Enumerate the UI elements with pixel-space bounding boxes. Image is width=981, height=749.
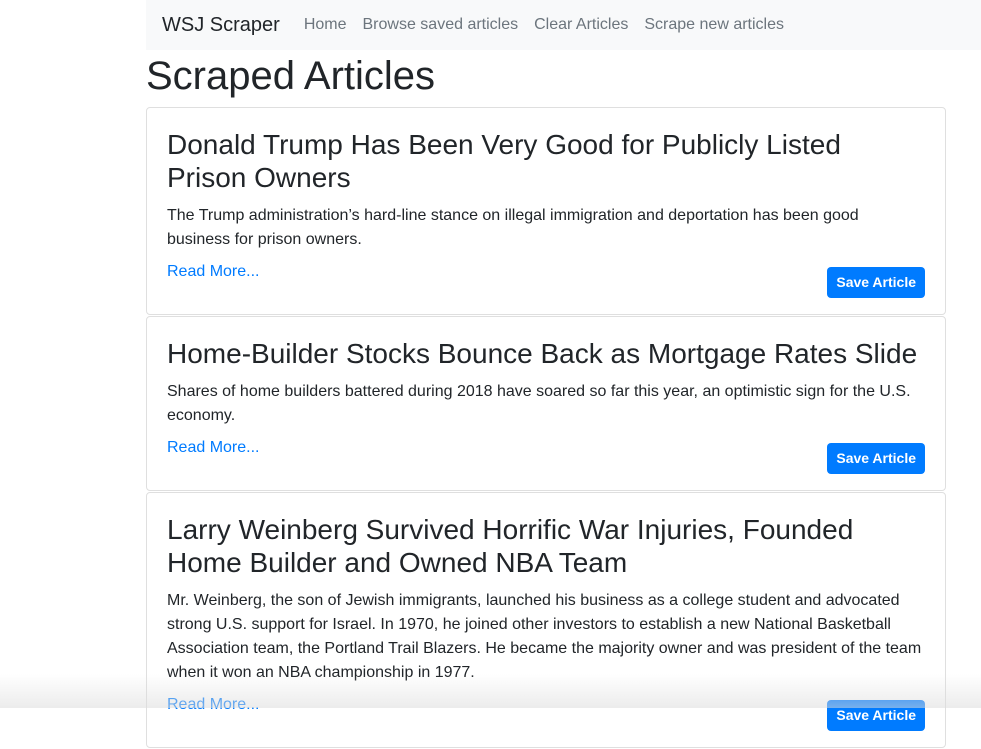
article-actions: Read More... Save Article [167,268,925,300]
article-card: Larry Weinberg Survived Horrific War Inj… [146,492,946,748]
article-title: Larry Weinberg Survived Horrific War Inj… [167,513,925,579]
nav-link-scrape-new[interactable]: Scrape new articles [644,16,784,34]
article-actions: Read More... Save Article [167,701,925,733]
read-more-link[interactable]: Read More... [167,260,259,284]
article-summary: Mr. Weinberg, the son of Jewish immigran… [167,589,925,685]
article-list: Donald Trump Has Been Very Good for Publ… [146,107,946,749]
save-article-button[interactable]: Save Article [827,443,925,474]
save-article-button[interactable]: Save Article [827,267,925,298]
article-title: Home-Builder Stocks Bounce Back as Mortg… [167,337,925,370]
nav-link-browse-saved[interactable]: Browse saved articles [363,16,519,34]
article-actions: Read More... Save Article [167,444,925,476]
page-title: Scraped Articles [146,52,435,100]
save-article-button[interactable]: Save Article [827,700,925,731]
read-more-link[interactable]: Read More... [167,436,259,460]
nav-link-home[interactable]: Home [304,16,347,34]
article-card: Donald Trump Has Been Very Good for Publ… [146,107,946,315]
article-title: Donald Trump Has Been Very Good for Publ… [167,128,925,194]
article-summary: Shares of home builders battered during … [167,380,925,428]
article-summary: The Trump administration’s hard-line sta… [167,204,925,252]
navbar-brand[interactable]: WSJ Scraper [162,14,280,37]
article-card: Home-Builder Stocks Bounce Back as Mortg… [146,316,946,491]
read-more-link[interactable]: Read More... [167,693,259,717]
nav-link-clear-articles[interactable]: Clear Articles [534,16,628,34]
navbar: WSJ Scraper Home Browse saved articles C… [146,0,981,50]
